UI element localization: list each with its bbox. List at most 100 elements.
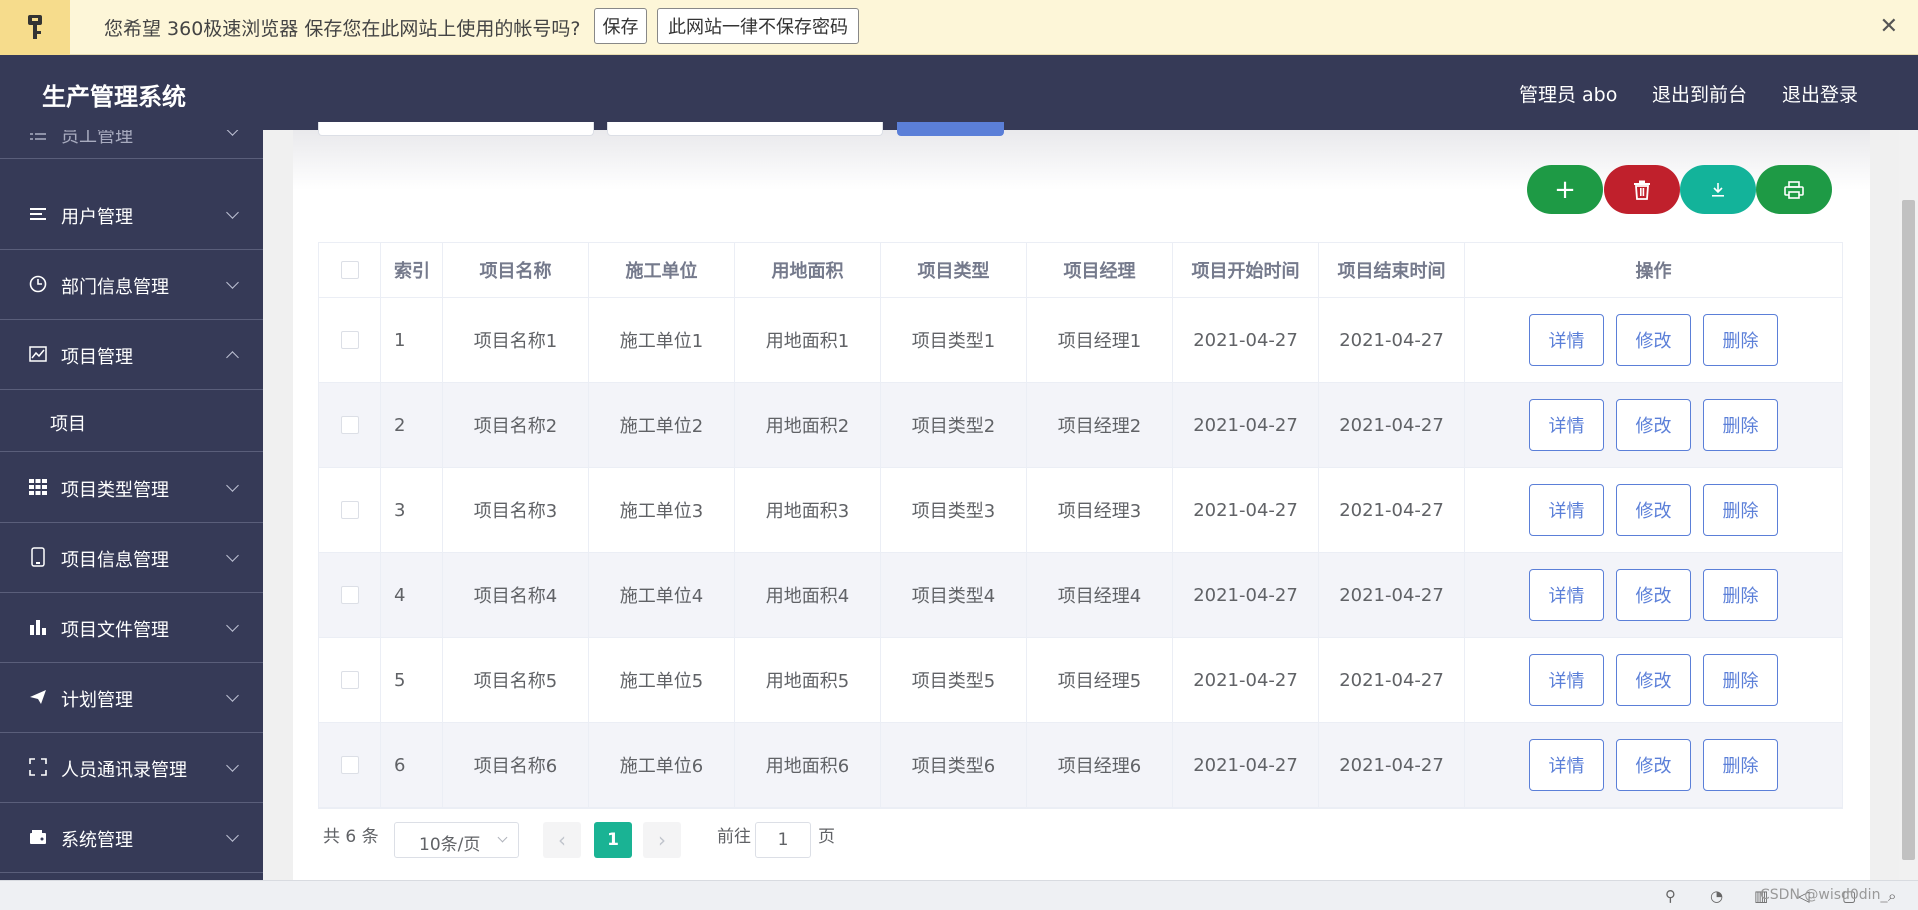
delete-button[interactable]: 删除 — [1703, 739, 1778, 791]
sidebar-item-project-type[interactable]: 项目类型管理 — [0, 453, 263, 523]
cell-area: 用地面积5 — [735, 638, 881, 722]
cell-area: 用地面积2 — [735, 383, 881, 467]
column-header-index[interactable]: 索引 — [381, 243, 443, 297]
batch-delete-button[interactable] — [1604, 165, 1680, 214]
cell-actions: 详情 修改 删除 — [1465, 723, 1842, 807]
goto-page-input[interactable]: 1 — [755, 822, 811, 858]
delete-button[interactable]: 删除 — [1703, 314, 1778, 366]
sidebar: 员工管理 用户管理 部门信息管理 项目管理 项目 项目类型管理 项目信息管理 项… — [0, 130, 263, 880]
sidebar-item-contacts[interactable]: 人员通讯录管理 — [0, 733, 263, 803]
logout-link[interactable]: 退出登录 — [1782, 80, 1858, 107]
project-table: 索引 项目名称 施工单位 用地面积 项目类型 项目经理 项目开始时间 项目结束时… — [318, 242, 1843, 809]
sidebar-item-label: 用户管理 — [61, 207, 133, 228]
row-checkbox[interactable] — [340, 501, 359, 519]
close-icon[interactable]: ✕ — [1880, 14, 1898, 39]
edit-button[interactable]: 修改 — [1616, 739, 1691, 791]
add-button[interactable]: + — [1527, 165, 1603, 214]
cell-unit: 施工单位2 — [589, 383, 735, 467]
page-number-current[interactable]: 1 — [594, 822, 632, 858]
column-header-unit[interactable]: 施工单位 — [589, 243, 735, 297]
speed-icon[interactable]: ◔ — [1710, 887, 1723, 905]
cell-start-date: 2021-04-27 — [1173, 553, 1319, 637]
sidebar-item-label: 计划管理 — [61, 690, 133, 711]
scrollbar-thumb[interactable] — [1902, 200, 1915, 860]
current-user[interactable]: 管理员 abo — [1519, 80, 1617, 107]
sidebar-item-project-info[interactable]: 项目信息管理 — [0, 523, 263, 593]
chevron-down-icon — [226, 549, 239, 562]
sidebar-item-project[interactable]: 项目管理 — [0, 320, 263, 390]
row-checkbox[interactable] — [340, 586, 359, 604]
print-button[interactable] — [1756, 165, 1832, 214]
column-header-end[interactable]: 项目结束时间 — [1319, 243, 1465, 297]
detail-button[interactable]: 详情 — [1529, 484, 1604, 536]
exit-to-front-link[interactable]: 退出到前台 — [1652, 80, 1747, 107]
save-password-button[interactable]: 保存 — [594, 8, 647, 44]
chevron-down-icon — [226, 276, 239, 289]
sidebar-item-department[interactable]: 部门信息管理 — [0, 250, 263, 320]
cell-name: 项目名称6 — [443, 723, 589, 807]
edit-button[interactable]: 修改 — [1616, 569, 1691, 621]
edit-button[interactable]: 修改 — [1616, 314, 1691, 366]
delete-button[interactable]: 删除 — [1703, 484, 1778, 536]
detail-button[interactable]: 详情 — [1529, 569, 1604, 621]
detail-button[interactable]: 详情 — [1529, 399, 1604, 451]
detail-button[interactable]: 详情 — [1529, 314, 1604, 366]
row-checkbox[interactable] — [340, 416, 359, 434]
never-save-password-button[interactable]: 此网站一律不保存密码 — [657, 8, 859, 44]
detail-button[interactable]: 详情 — [1529, 739, 1604, 791]
browser-status-bar: ⚲ ◔ ▥ ◁ ▢ ⌕ CSDN @wisd0din_ — [0, 880, 1918, 910]
sidebar-item-employee[interactable]: 员工管理 — [0, 130, 263, 159]
prev-page-button[interactable]: ‹ — [543, 822, 581, 858]
delete-button[interactable]: 删除 — [1703, 569, 1778, 621]
cell-type: 项目类型2 — [881, 383, 1027, 467]
cell-manager: 项目经理5 — [1027, 638, 1173, 722]
row-checkbox[interactable] — [340, 671, 359, 689]
cell-unit: 施工单位3 — [589, 468, 735, 552]
column-header-manager[interactable]: 项目经理 — [1027, 243, 1173, 297]
chevron-down-icon — [226, 829, 239, 842]
edit-button[interactable]: 修改 — [1616, 654, 1691, 706]
cell-name: 项目名称1 — [443, 298, 589, 382]
key-icon — [0, 0, 70, 55]
pin-icon[interactable]: ⚲ — [1665, 887, 1676, 905]
row-checkbox[interactable] — [340, 756, 359, 774]
sidebar-subitem-label: 项目 — [50, 414, 86, 435]
cell-area: 用地面积3 — [735, 468, 881, 552]
edit-button[interactable]: 修改 — [1616, 484, 1691, 536]
cell-actions: 详情 修改 删除 — [1465, 298, 1842, 382]
column-header-area[interactable]: 用地面积 — [735, 243, 881, 297]
sidebar-item-user[interactable]: 用户管理 — [0, 180, 263, 250]
chevron-up-icon — [226, 351, 239, 364]
zoom-icon[interactable]: ⌕ — [1888, 887, 1896, 905]
sidebar-item-label: 系统管理 — [61, 830, 133, 851]
sidebar-item-plan[interactable]: 计划管理 — [0, 663, 263, 733]
select-all-checkbox[interactable] — [340, 261, 359, 279]
page-scrollbar[interactable] — [1899, 130, 1918, 880]
next-page-button[interactable]: › — [643, 822, 681, 858]
column-header-type[interactable]: 项目类型 — [881, 243, 1027, 297]
search-input[interactable] — [607, 122, 883, 136]
edit-button[interactable]: 修改 — [1616, 399, 1691, 451]
column-header-start[interactable]: 项目开始时间 — [1173, 243, 1319, 297]
app-title: 生产管理系统 — [42, 83, 186, 111]
goto-suffix: 页 — [818, 827, 835, 847]
search-button[interactable] — [897, 122, 1004, 136]
sidebar-subitem-project[interactable]: 项目 — [0, 390, 263, 452]
download-button[interactable] — [1680, 165, 1756, 214]
delete-button[interactable]: 删除 — [1703, 654, 1778, 706]
sidebar-item-label: 项目信息管理 — [61, 550, 169, 571]
search-input[interactable] — [318, 122, 594, 136]
cell-name: 项目名称4 — [443, 553, 589, 637]
column-header-name[interactable]: 项目名称 — [443, 243, 589, 297]
detail-button[interactable]: 详情 — [1529, 654, 1604, 706]
chevron-down-icon — [226, 130, 239, 136]
cell-index: 1 — [381, 298, 443, 382]
sidebar-item-project-file[interactable]: 项目文件管理 — [0, 593, 263, 663]
row-select-cell — [319, 723, 381, 807]
sidebar-item-system[interactable]: 系统管理 — [0, 803, 263, 873]
phone-icon — [28, 547, 48, 567]
page-size-select[interactable]: 10条/页 — [394, 822, 519, 858]
row-checkbox[interactable] — [340, 331, 359, 349]
delete-button[interactable]: 删除 — [1703, 399, 1778, 451]
sidebar-item-label: 项目类型管理 — [61, 480, 169, 501]
